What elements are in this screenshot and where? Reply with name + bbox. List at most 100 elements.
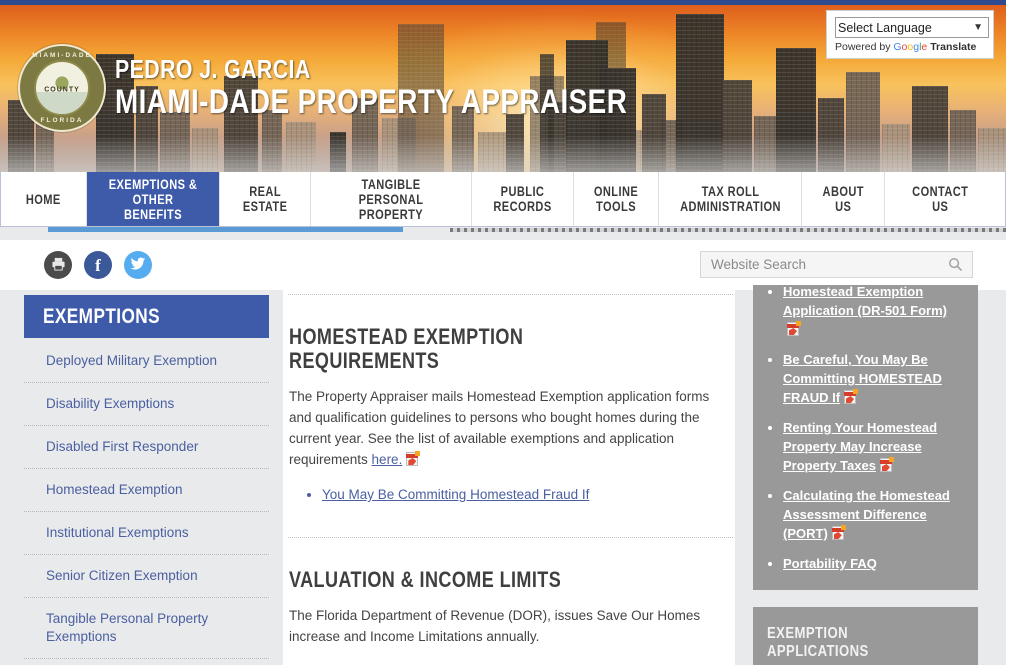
right-sidebar: Homestead Exemption Application (DR-501 … bbox=[753, 285, 978, 665]
twitter-share-button[interactable] bbox=[124, 251, 152, 279]
nav-item-label: REAL ESTATE bbox=[242, 184, 288, 214]
pdf-icon bbox=[879, 457, 894, 473]
nav-item-home[interactable]: HOME bbox=[1, 172, 87, 226]
nav-item-real-estate[interactable]: REAL ESTATE bbox=[220, 172, 311, 226]
page-right-gutter bbox=[1006, 0, 1015, 665]
print-button[interactable] bbox=[44, 251, 72, 279]
sidebar-item-tangible-personal-property-exemptions[interactable]: Tangible Personal Property Exemptions bbox=[24, 598, 269, 659]
sidebar-item-label: Senior Citizen Exemption bbox=[46, 568, 198, 583]
sidebar-item-label: Tangible Personal Property Exemptions bbox=[46, 611, 209, 644]
left-sidebar-list: Deployed Military Exemption Disability Ex… bbox=[24, 338, 269, 665]
sidebar-item-label: Institutional Exemptions bbox=[46, 525, 189, 540]
inline-link[interactable]: here. bbox=[372, 452, 403, 467]
related-links-list: Homestead Exemption Application (DR-501 … bbox=[783, 285, 964, 573]
nav-item-label: TAX ROLL ADMINISTRATION bbox=[679, 184, 781, 214]
list-item: Portability FAQ bbox=[783, 554, 964, 573]
list-item: Renting Your Homestead Property May Incr… bbox=[783, 418, 964, 475]
seal-middle-text: COUNTY bbox=[44, 86, 80, 94]
list-item: Calculating the Homestead Assessment Dif… bbox=[783, 486, 964, 543]
search-submit-button[interactable] bbox=[938, 252, 972, 277]
nav-item-online-tools[interactable]: ONLINE TOOLS bbox=[574, 172, 659, 226]
powered-by-label: Powered by bbox=[835, 41, 891, 53]
section-divider bbox=[288, 537, 733, 538]
section-title: VALUATION & INCOME LIMITS bbox=[289, 567, 562, 592]
facebook-share-button[interactable]: f bbox=[84, 251, 112, 279]
section-paragraph: The Florida Department of Revenue (DOR),… bbox=[289, 608, 701, 644]
nav-item-label: CONTACT US bbox=[911, 184, 969, 214]
printer-icon bbox=[51, 257, 66, 274]
sidebar-item-widow-or-widower-exemption[interactable]: Widow or Widower Exemption bbox=[24, 659, 269, 665]
sidebar-item-label: Disabled First Responder bbox=[46, 439, 199, 454]
list-item: You May Be Committing Homestead Fraud If bbox=[322, 483, 735, 507]
sidebar-item-disabled-first-responder[interactable]: Disabled First Responder bbox=[24, 426, 269, 469]
site-header-banner: MIAMI-DADE COUNTY FLORIDA PEDRO J. GARCI… bbox=[0, 0, 1006, 172]
pdf-icon bbox=[831, 525, 846, 541]
utility-bar: f bbox=[0, 240, 1006, 290]
related-link[interactable]: Homestead Exemption Application (DR-501 … bbox=[783, 285, 947, 318]
nav-item-public-records[interactable]: PUBLIC RECORDS bbox=[472, 172, 574, 226]
nav-item-contact-us[interactable]: CONTACT US bbox=[885, 172, 995, 226]
sidebar-item-senior-citizen-exemption[interactable]: Senior Citizen Exemption bbox=[24, 555, 269, 598]
google-wordmark: Google bbox=[893, 41, 928, 53]
hero-bottom-fade bbox=[0, 136, 1006, 172]
language-select[interactable]: Select Language ▼ bbox=[835, 17, 989, 38]
language-select-value: Select Language bbox=[838, 20, 932, 35]
related-link[interactable]: Calculating the Homestead Assessment Dif… bbox=[783, 488, 950, 541]
search-input[interactable] bbox=[701, 257, 938, 272]
appraiser-name: PEDRO J. GARCIA bbox=[115, 54, 311, 84]
content-link[interactable]: You May Be Committing Homestead Fraud If bbox=[322, 487, 589, 502]
nav-item-label: PUBLIC RECORDS bbox=[493, 184, 552, 214]
pdf-icon bbox=[786, 321, 801, 337]
left-sidebar: EXEMPTIONS Deployed Military Exemption Di… bbox=[24, 295, 269, 665]
twitter-icon bbox=[130, 257, 146, 273]
seal-bottom-text: FLORIDA bbox=[40, 117, 84, 124]
page-root: MIAMI-DADE COUNTY FLORIDA PEDRO J. GARCI… bbox=[0, 0, 1015, 665]
facebook-icon: f bbox=[95, 255, 101, 275]
section-paragraph: The Property Appraiser mails Homestead E… bbox=[289, 389, 710, 467]
related-links-panel: Homestead Exemption Application (DR-501 … bbox=[753, 285, 978, 590]
submenu-sliver-right bbox=[450, 228, 1006, 232]
chevron-down-icon: ▼ bbox=[973, 22, 983, 33]
sidebar-item-homestead-exemption[interactable]: Homestead Exemption bbox=[24, 469, 269, 512]
main-content: HOMESTEAD EXEMPTION REQUIREMENTS The Prop… bbox=[283, 290, 735, 665]
nav-item-label: ONLINE TOOLS bbox=[593, 184, 639, 214]
header-titles: PEDRO J. GARCIA MIAMI-DADE PROPERTY APPR… bbox=[115, 55, 755, 121]
powered-by-google-translate: Powered by Google Translate bbox=[835, 41, 985, 53]
nav-item-tangible-personal-property[interactable]: TANGIBLE PERSONAL PROPERTY bbox=[311, 172, 472, 226]
left-sidebar-title: EXEMPTIONS bbox=[43, 304, 161, 328]
list-item: Save Our Homes bbox=[322, 660, 735, 665]
nav-item-label: TANGIBLE PERSONAL PROPERTY bbox=[358, 176, 424, 222]
page-body: EXEMPTIONS Deployed Military Exemption Di… bbox=[0, 285, 1006, 665]
exemption-applications-title: EXEMPTION APPLICATIONS bbox=[767, 625, 869, 660]
sidebar-item-deployed-military-exemption[interactable]: Deployed Military Exemption bbox=[24, 338, 269, 383]
seal-top-text: MIAMI-DADE bbox=[32, 52, 92, 59]
nav-item-exemptions-other-benefits[interactable]: EXEMPTIONS & OTHER BENEFITS bbox=[87, 172, 220, 226]
nav-item-label: EXEMPTIONS & OTHER BENEFITS bbox=[108, 176, 198, 222]
related-link[interactable]: Be Careful, You May Be Committing HOMEST… bbox=[783, 352, 942, 405]
nav-item-tax-roll-administration[interactable]: TAX ROLL ADMINISTRATION bbox=[659, 172, 802, 226]
main-navigation: HOME EXEMPTIONS & OTHER BENEFITS REAL ESTATE… bbox=[0, 172, 1006, 227]
nav-item-label: HOME bbox=[26, 191, 61, 207]
nav-item-about-us[interactable]: ABOUT US bbox=[802, 172, 885, 226]
related-link[interactable]: Portability FAQ bbox=[783, 556, 877, 571]
office-title: MIAMI-DADE PROPERTY APPRAISER bbox=[115, 83, 628, 121]
sidebar-item-institutional-exemptions[interactable]: Institutional Exemptions bbox=[24, 512, 269, 555]
list-item: Homestead Exemption Application (DR-501 … bbox=[783, 285, 964, 339]
sidebar-item-label: Deployed Military Exemption bbox=[46, 353, 218, 368]
sidebar-item-label: Homestead Exemption bbox=[46, 482, 183, 497]
sidebar-item-disability-exemptions[interactable]: Disability Exemptions bbox=[24, 383, 269, 426]
pdf-icon bbox=[405, 451, 421, 467]
section-link-list: You May Be Committing Homestead Fraud If bbox=[322, 483, 735, 507]
list-item: Be Careful, You May Be Committing HOMEST… bbox=[783, 350, 964, 407]
section-link-list: Save Our HomesTotal and Permanent Disabi… bbox=[322, 660, 735, 665]
related-link[interactable]: Renting Your Homestead Property May Incr… bbox=[783, 420, 937, 473]
submenu-sliver-left bbox=[48, 227, 403, 232]
search-icon bbox=[948, 258, 962, 272]
translate-label: Translate bbox=[930, 41, 977, 53]
exemption-applications-panel: EXEMPTION APPLICATIONS Mail To: bbox=[753, 607, 978, 665]
pdf-icon bbox=[843, 389, 859, 405]
miami-dade-county-seal: MIAMI-DADE COUNTY FLORIDA bbox=[18, 44, 106, 132]
website-search[interactable] bbox=[700, 251, 973, 278]
sidebar-item-label: Disability Exemptions bbox=[46, 396, 175, 411]
google-translate-widget[interactable]: Select Language ▼ Powered by Google Tran… bbox=[826, 10, 994, 59]
